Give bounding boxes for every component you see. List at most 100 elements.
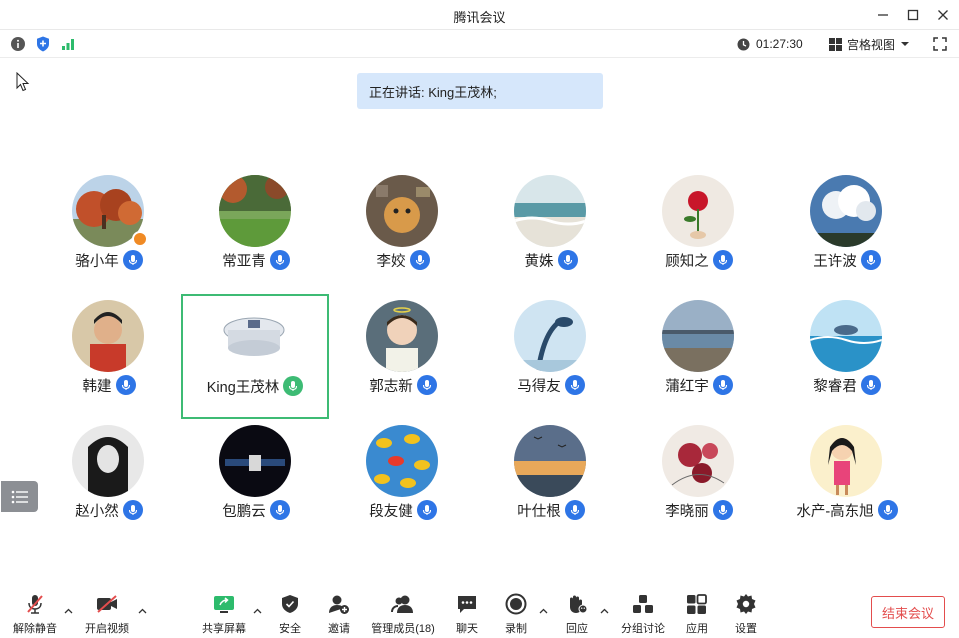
microphone-icon bbox=[115, 375, 136, 395]
minimize-button[interactable] bbox=[873, 5, 893, 25]
participant-name: 包鹏云 bbox=[222, 503, 266, 520]
status-bar: 01:27:30 宫格视图 bbox=[0, 30, 959, 58]
participant-name: 段友健 bbox=[369, 503, 413, 520]
participant-tile[interactable]: 水产-高东旭 bbox=[773, 420, 921, 544]
microphone-icon bbox=[122, 250, 143, 270]
bottom-toolbar: 解除静音 开启视频 共享屏幕 安全 邀请 管理成员(18) 聊天 录制 回应 分… bbox=[0, 586, 959, 638]
participant-tile[interactable]: 韩建 bbox=[35, 295, 183, 419]
participant-tile[interactable]: 蒲红宇 bbox=[625, 295, 773, 419]
avatar bbox=[366, 175, 438, 247]
unmute-label: 解除静音 bbox=[13, 623, 57, 635]
chat-button[interactable]: 聊天 bbox=[450, 592, 484, 636]
participant-name: 顾知之 bbox=[665, 253, 709, 270]
microphone-icon bbox=[877, 500, 898, 520]
clock-icon bbox=[737, 38, 750, 50]
start-video-label: 开启视频 bbox=[85, 623, 129, 635]
apps-button[interactable]: 应用 bbox=[680, 592, 714, 636]
chevron-up-icon[interactable] bbox=[252, 606, 262, 616]
participant-tile[interactable]: 李姣 bbox=[329, 170, 477, 294]
manage-members-button[interactable]: 管理成员(18) bbox=[368, 592, 438, 636]
participant-name: 王许波 bbox=[813, 253, 857, 270]
microphone-icon bbox=[712, 250, 733, 270]
participant-name: 马得友 bbox=[517, 378, 561, 395]
chevron-up-icon[interactable] bbox=[137, 606, 147, 616]
grid-view-toggle[interactable]: 宫格视图 bbox=[829, 35, 910, 53]
avatar bbox=[366, 300, 438, 372]
microphone-icon bbox=[416, 375, 437, 395]
participant-tile[interactable]: 段友健 bbox=[329, 420, 477, 544]
invite-label: 邀请 bbox=[328, 623, 350, 635]
chevron-up-icon[interactable] bbox=[63, 606, 73, 616]
participant-tile[interactable]: 黄姝 bbox=[477, 170, 625, 294]
avatar bbox=[662, 300, 734, 372]
participant-name: 蒲红宇 bbox=[665, 378, 709, 395]
members-icon bbox=[391, 595, 413, 613]
start-video-button[interactable]: 开启视频 bbox=[84, 592, 130, 636]
info-icon[interactable] bbox=[10, 36, 26, 52]
participant-name: 黎睿君 bbox=[813, 378, 857, 395]
microphone-icon bbox=[564, 375, 585, 395]
microphone-icon bbox=[712, 375, 733, 395]
participant-name: 赵小然 bbox=[75, 503, 119, 520]
microphone-icon bbox=[712, 500, 733, 520]
breakout-rooms-button[interactable]: 分组讨论 bbox=[618, 592, 668, 636]
participant-tile[interactable]: 叶仕根 bbox=[477, 420, 625, 544]
participant-tile-active[interactable]: King王茂林 bbox=[181, 294, 329, 419]
avatar bbox=[514, 425, 586, 497]
unmute-button[interactable]: 解除静音 bbox=[12, 592, 58, 636]
gear-icon bbox=[736, 594, 756, 614]
avatar bbox=[219, 175, 291, 247]
avatar bbox=[72, 425, 144, 497]
participant-tile[interactable]: 王许波 bbox=[773, 170, 921, 294]
participant-tile[interactable]: 包鹏云 bbox=[182, 420, 330, 544]
microphone-icon bbox=[416, 500, 437, 520]
microphone-icon bbox=[122, 500, 143, 520]
title-bar: 腾讯会议 bbox=[0, 0, 959, 30]
reaction-icon bbox=[570, 595, 588, 614]
chat-label: 聊天 bbox=[456, 623, 478, 635]
record-icon bbox=[505, 593, 527, 615]
end-meeting-button[interactable]: 结束会议 bbox=[871, 596, 945, 628]
close-button[interactable] bbox=[933, 5, 953, 25]
microphone-muted-icon bbox=[27, 595, 43, 614]
participant-tile[interactable]: 黎睿君 bbox=[773, 295, 921, 419]
participant-tile[interactable]: 顾知之 bbox=[625, 170, 773, 294]
apps-icon bbox=[687, 594, 707, 614]
participant-tile[interactable]: 马得友 bbox=[477, 295, 625, 419]
participant-tile[interactable]: 李晓丽 bbox=[625, 420, 773, 544]
participant-tile[interactable]: 常亚青 bbox=[182, 170, 330, 294]
participant-tile[interactable]: 郭志新 bbox=[329, 295, 477, 419]
participant-name: King王茂林 bbox=[206, 379, 280, 396]
microphone-speaking-icon bbox=[283, 376, 304, 396]
participant-tile[interactable]: 骆小年 bbox=[35, 170, 183, 294]
signal-icon[interactable] bbox=[60, 36, 76, 52]
participant-name: 常亚青 bbox=[222, 253, 266, 270]
invite-button[interactable]: 邀请 bbox=[322, 592, 356, 636]
chevron-down-icon bbox=[901, 42, 910, 46]
member-list-toggle-button[interactable] bbox=[1, 481, 38, 512]
grid-icon bbox=[829, 37, 842, 51]
avatar bbox=[810, 175, 882, 247]
maximize-button[interactable] bbox=[903, 5, 923, 25]
shield-icon[interactable] bbox=[35, 36, 51, 52]
participant-name: 韩建 bbox=[82, 378, 112, 395]
record-label: 录制 bbox=[505, 623, 527, 635]
view-label: 宫格视图 bbox=[847, 37, 896, 52]
window-title: 腾讯会议 bbox=[453, 10, 506, 25]
share-screen-icon bbox=[214, 596, 234, 613]
add-user-icon bbox=[329, 595, 349, 614]
avatar bbox=[514, 300, 586, 372]
chevron-up-icon[interactable] bbox=[538, 606, 548, 616]
participant-name: 黄姝 bbox=[524, 253, 554, 270]
participant-tile[interactable]: 赵小然 bbox=[35, 420, 183, 544]
avatar bbox=[366, 425, 438, 497]
fullscreen-icon[interactable] bbox=[932, 36, 948, 52]
share-screen-button[interactable]: 共享屏幕 bbox=[200, 592, 248, 636]
microphone-icon bbox=[860, 375, 881, 395]
security-button[interactable]: 安全 bbox=[273, 592, 307, 636]
chevron-up-icon[interactable] bbox=[599, 606, 609, 616]
record-button[interactable]: 录制 bbox=[499, 592, 533, 636]
avatar bbox=[810, 300, 882, 372]
react-button[interactable]: 回应 bbox=[560, 592, 594, 636]
settings-button[interactable]: 设置 bbox=[729, 592, 763, 636]
